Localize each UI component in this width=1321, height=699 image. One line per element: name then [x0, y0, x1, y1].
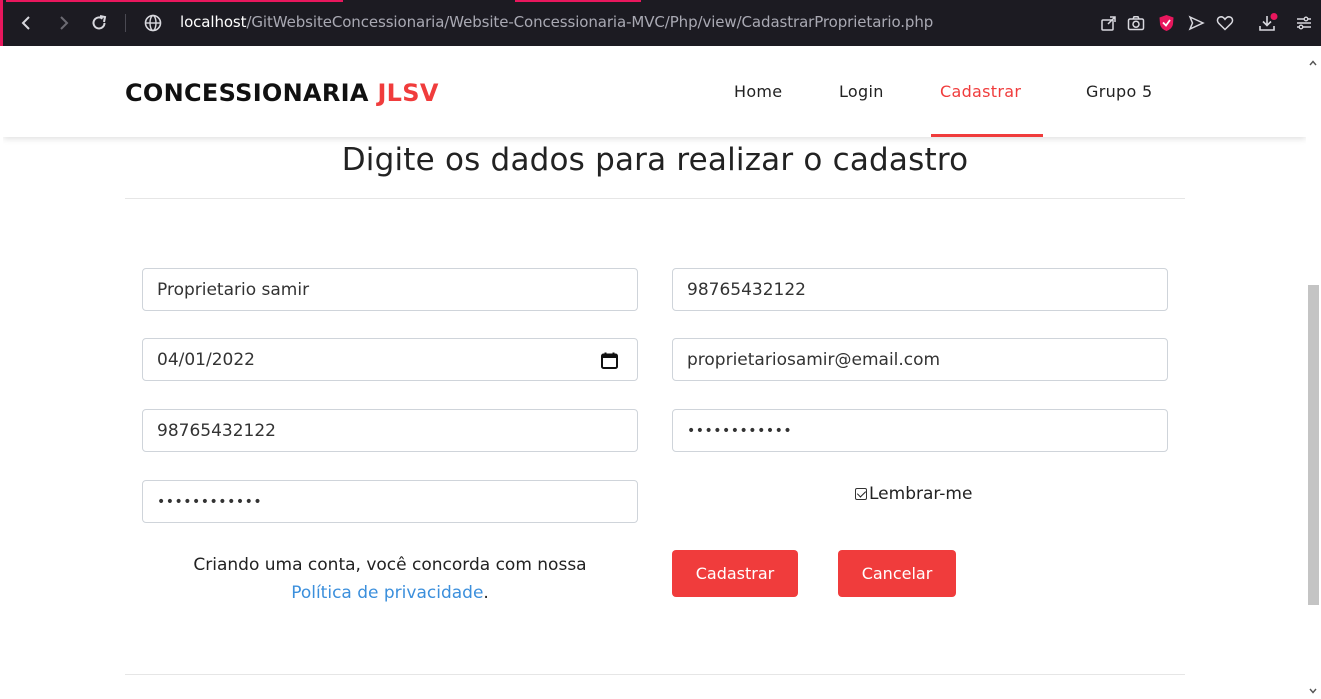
password-confirm-value: •••••••••••• — [157, 493, 263, 510]
cpf-input[interactable]: 98765432122 — [672, 268, 1168, 311]
active-tab-indicator — [6, 0, 343, 2]
email-value: proprietariosamir@email.com — [687, 349, 941, 370]
site-info-icon[interactable] — [142, 12, 164, 34]
shield-icon[interactable] — [1155, 12, 1177, 34]
submit-button[interactable]: Cadastrar — [672, 550, 798, 597]
camera-icon[interactable] — [1125, 12, 1147, 34]
birthdate-input[interactable]: 04/01/2022 — [142, 338, 638, 381]
back-icon[interactable] — [15, 12, 37, 34]
nav-login[interactable]: Login — [839, 82, 884, 101]
brand-main: CONCESSIONARIA — [125, 79, 378, 107]
email-input[interactable]: proprietariosamir@email.com — [672, 338, 1168, 381]
nav-cadastrar[interactable]: Cadastrar — [940, 82, 1021, 101]
menu-icon[interactable] — [1293, 12, 1315, 34]
forward-icon[interactable] — [53, 12, 75, 34]
nav-grupo[interactable]: Grupo 5 — [1086, 82, 1152, 101]
name-value: Proprietario samir — [157, 279, 310, 300]
calendar-icon[interactable] — [600, 351, 619, 370]
brand-accent: JLSV — [377, 79, 439, 107]
password-value: •••••••••••• — [687, 422, 793, 439]
brand-logo[interactable]: CONCESSIONARIA JLSV — [125, 79, 439, 107]
cpf-value: 98765432122 — [687, 279, 806, 300]
terms-period: . — [483, 583, 489, 603]
url-path: /GitWebsiteConcessionaria/Website-Conces… — [246, 13, 934, 31]
toolbar-separator — [125, 14, 126, 32]
terms-sentence: Criando uma conta, você concorda com nos… — [193, 555, 587, 575]
date-value: 04/01/2022 — [157, 349, 255, 370]
heart-icon[interactable] — [1214, 12, 1236, 34]
footer-divider — [125, 674, 1185, 675]
phone-input[interactable]: 98765432122 — [142, 409, 638, 452]
tab-indicator — [515, 0, 641, 2]
divider — [125, 198, 1185, 199]
password-input[interactable]: •••••••••••• — [672, 409, 1168, 452]
download-icon[interactable] — [1257, 12, 1279, 34]
terms-text: Criando uma conta, você concorda com nos… — [143, 551, 637, 607]
phone-value: 98765432122 — [157, 420, 276, 441]
send-icon[interactable] — [1185, 12, 1207, 34]
password-confirm-input[interactable]: •••••••••••• — [142, 480, 638, 523]
privacy-policy-link[interactable]: Política de privacidade — [291, 583, 483, 603]
remember-me[interactable]: Lembrar-me — [855, 484, 972, 504]
scrollbar-thumb[interactable] — [1308, 285, 1319, 605]
name-input[interactable]: Proprietario samir — [142, 268, 638, 311]
remember-label: Lembrar-me — [869, 484, 973, 504]
address-bar[interactable]: localhost/GitWebsiteConcessionaria/Websi… — [180, 13, 933, 31]
cancel-button[interactable]: Cancelar — [838, 550, 956, 597]
url-host: localhost — [180, 13, 247, 31]
scroll-up-icon[interactable] — [1309, 52, 1317, 66]
browser-toolbar: localhost/GitWebsiteConcessionaria/Websi… — [0, 0, 1321, 46]
remember-checkbox[interactable] — [855, 488, 867, 500]
page-content: CONCESSIONARIA JLSV Home Login Cadastrar… — [3, 46, 1306, 693]
scroll-down-icon[interactable] — [1309, 680, 1317, 694]
nav-home[interactable]: Home — [734, 82, 782, 101]
share-icon[interactable] — [1097, 12, 1119, 34]
site-navbar: CONCESSIONARIA JLSV Home Login Cadastrar… — [3, 46, 1306, 137]
nav-active-indicator — [931, 134, 1043, 137]
page-title: Digite os dados para realizar o cadastro — [341, 142, 969, 178]
reload-icon[interactable] — [88, 12, 110, 34]
